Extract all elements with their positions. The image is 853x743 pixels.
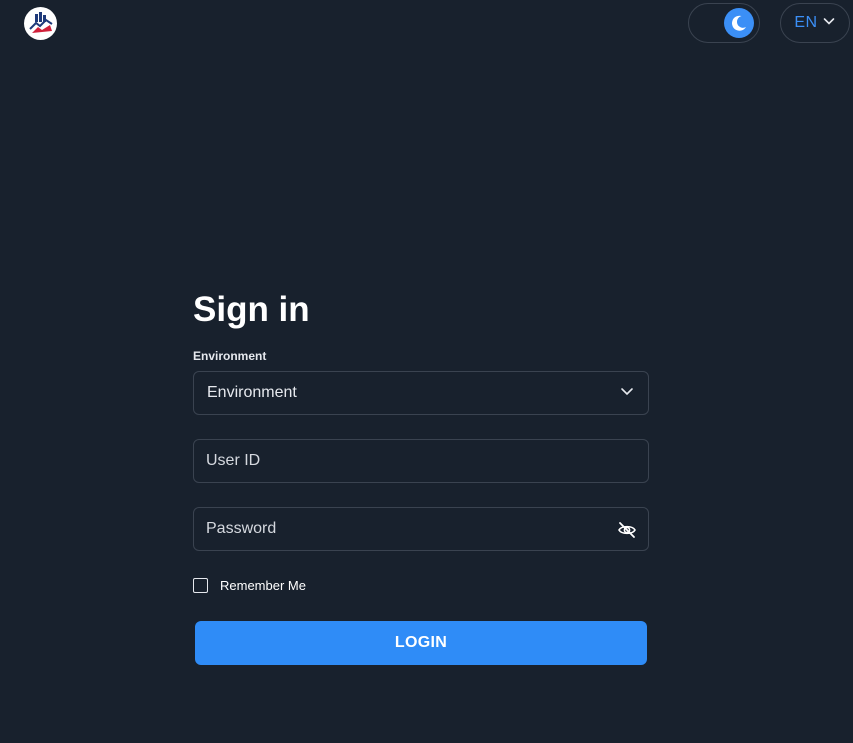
environment-value: Environment [207,384,297,401]
sign-in-form: Sign in Environment Environment User ID … [193,285,649,665]
password-field [193,507,649,551]
remember-me-checkbox[interactable] [193,577,208,593]
moon-icon [724,8,754,38]
chevron-down-icon [619,383,635,404]
password-input[interactable] [194,508,648,550]
language-value: EN [794,14,818,31]
environment-select[interactable]: Environment [193,371,649,415]
chevron-down-icon [822,14,836,33]
user-id-input[interactable] [194,440,648,482]
login-page: EN Sign in Environment Environment User … [0,0,853,743]
eye-off-icon[interactable] [616,519,638,541]
page-title: Sign in [193,290,310,329]
user-id-field [193,439,649,483]
company-logo-icon[interactable] [24,7,57,40]
login-button[interactable]: LOGIN [195,621,647,665]
environment-label: Environment [193,349,267,363]
remember-me-label[interactable]: Remember Me [220,578,306,593]
remember-me: Remember Me [193,577,649,593]
theme-toggle[interactable] [688,3,760,43]
language-select[interactable]: EN [780,3,850,43]
